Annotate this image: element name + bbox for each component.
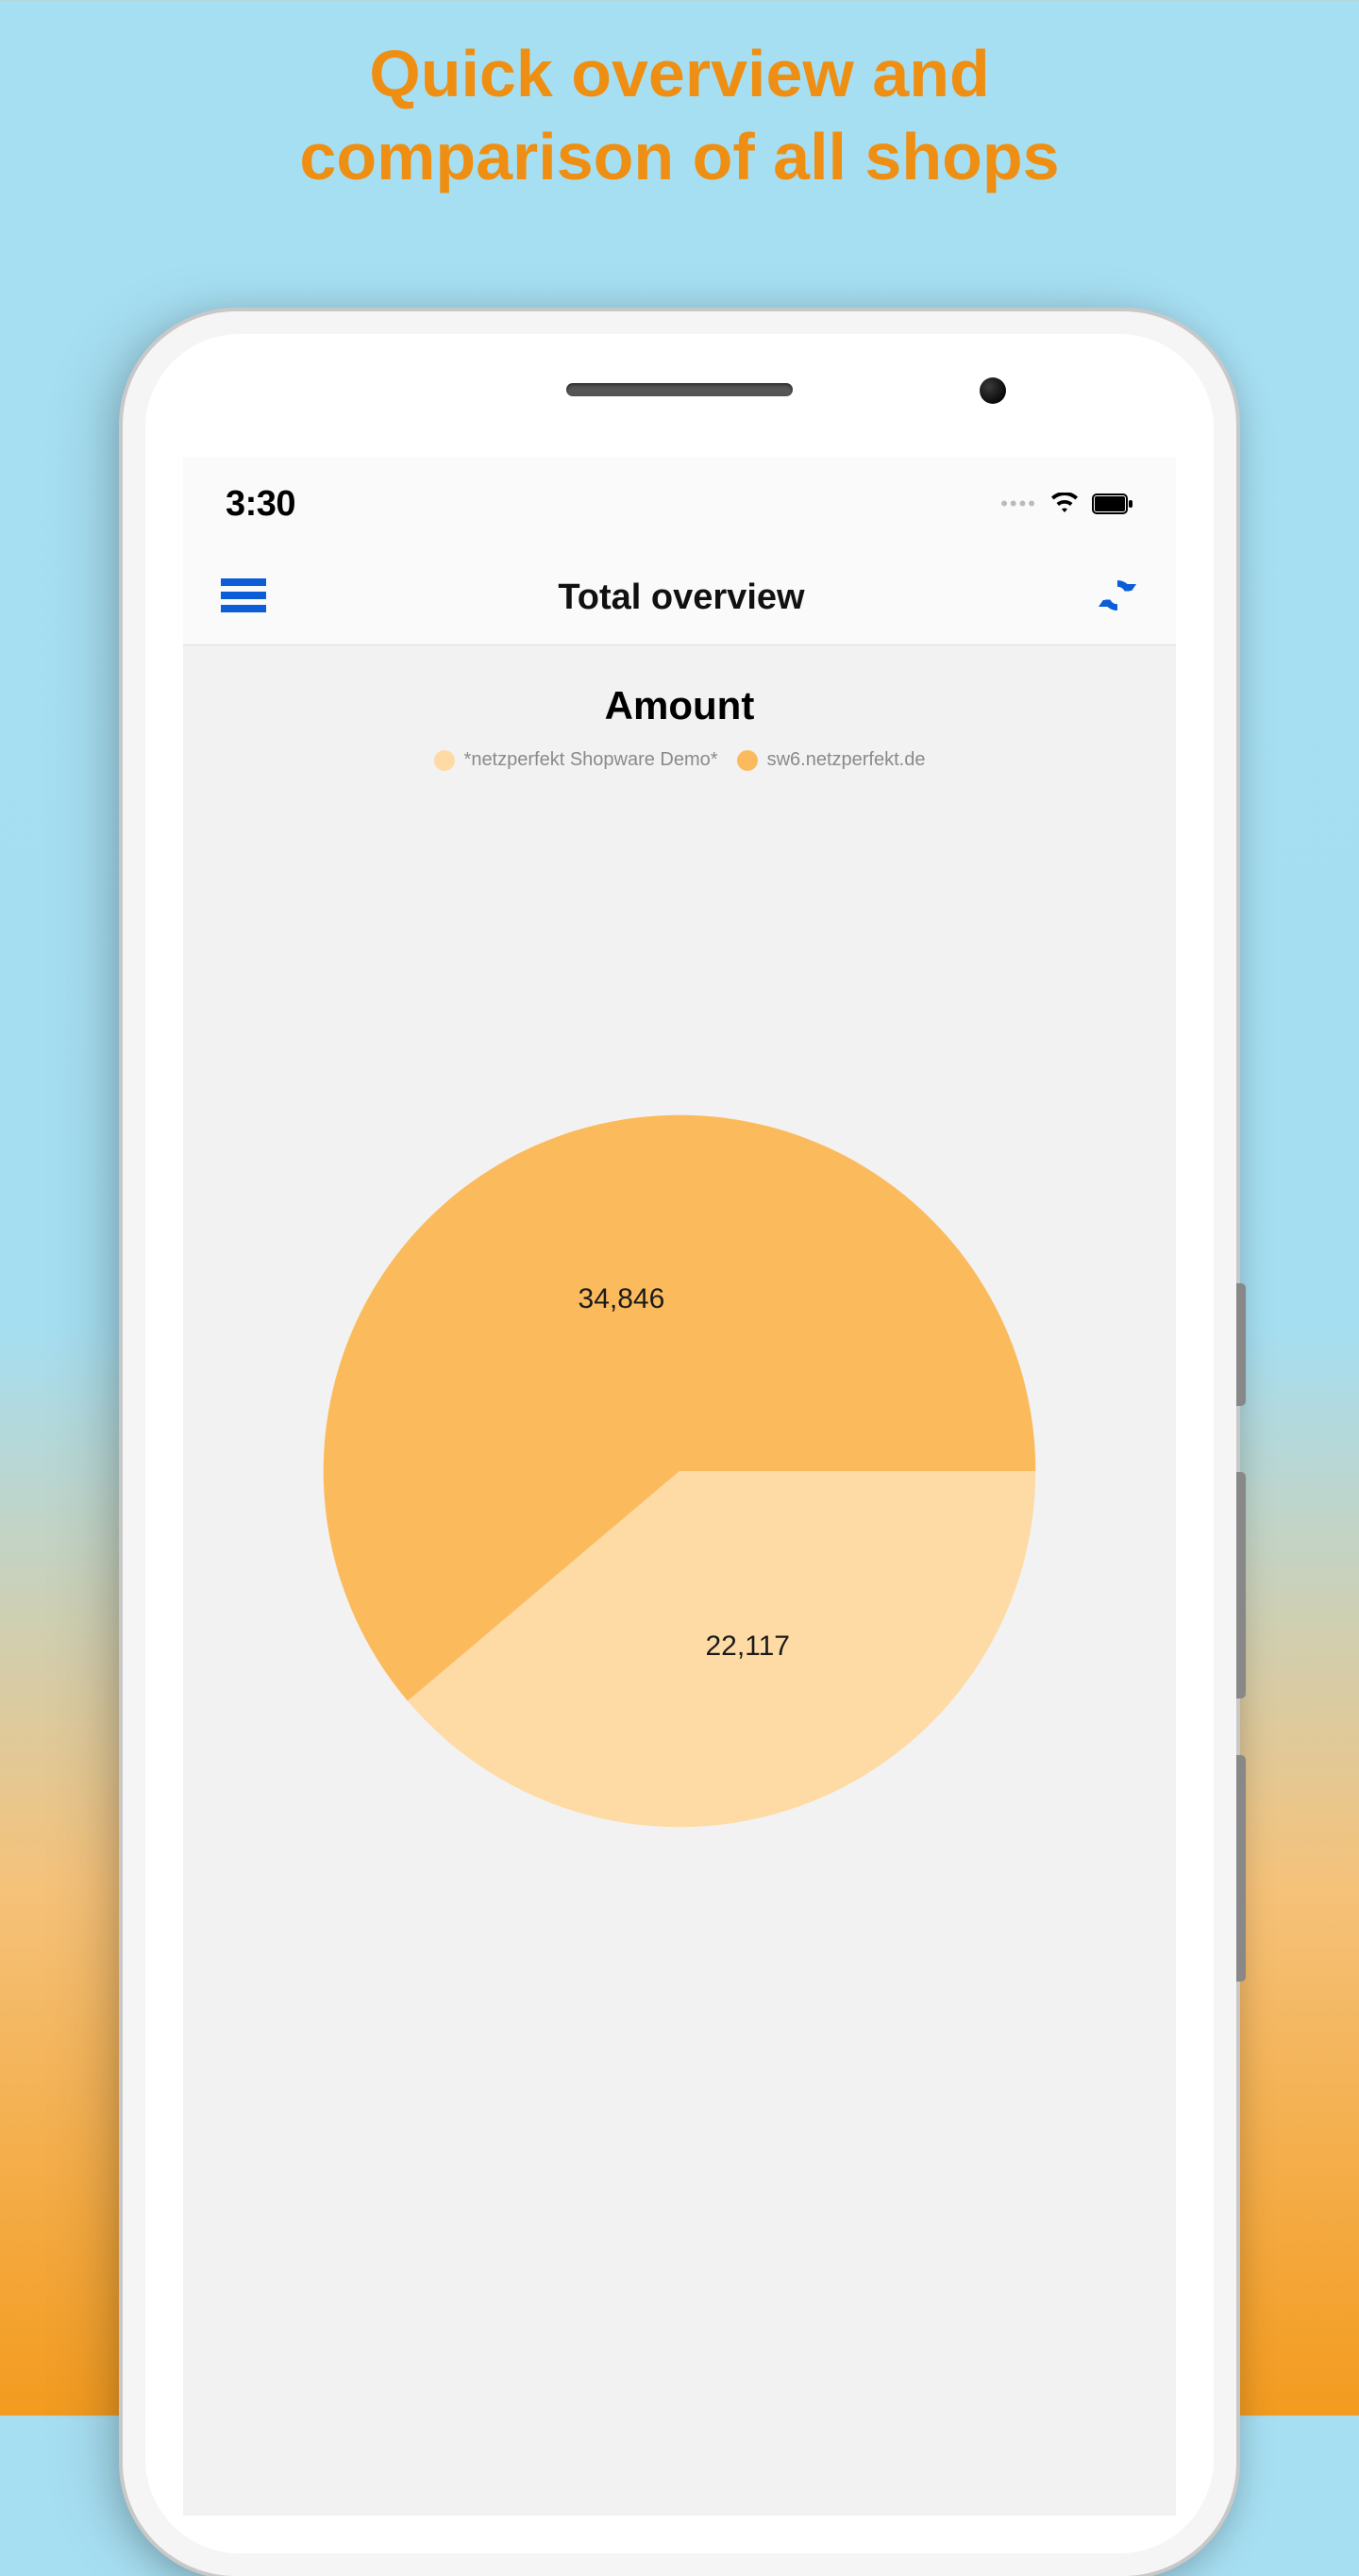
app-screen: 3:30 •••• bbox=[183, 457, 1176, 2516]
phone-side-button bbox=[1236, 1755, 1246, 1982]
page-title: Total overview bbox=[558, 577, 804, 618]
promo-heading: Quick overview and comparison of all sho… bbox=[0, 33, 1359, 198]
nav-bar: Total overview bbox=[183, 551, 1176, 645]
status-bar: 3:30 •••• bbox=[183, 457, 1176, 551]
hamburger-icon bbox=[221, 577, 266, 614]
phone-bezel: 3:30 •••• bbox=[145, 334, 1214, 2553]
phone-side-button bbox=[1236, 1472, 1246, 1698]
phone-mockup: 3:30 •••• bbox=[123, 311, 1236, 2576]
legend-label: sw6.netzperfekt.de bbox=[767, 749, 926, 771]
legend-swatch bbox=[737, 750, 758, 771]
phone-side-button bbox=[1236, 1283, 1246, 1406]
legend-label: *netzperfekt Shopware Demo* bbox=[464, 749, 718, 771]
chart-title: Amount bbox=[183, 683, 1176, 728]
phone-speaker bbox=[566, 383, 793, 396]
status-time: 3:30 bbox=[226, 484, 295, 525]
content-area: Amount *netzperfekt Shopware Demo* sw6.ne… bbox=[183, 645, 1176, 2516]
promo-line-1: Quick overview and bbox=[369, 37, 989, 110]
legend-swatch bbox=[434, 750, 455, 771]
menu-button[interactable] bbox=[221, 577, 266, 619]
refresh-icon bbox=[1097, 575, 1138, 616]
wifi-icon bbox=[1050, 493, 1079, 515]
status-indicators: •••• bbox=[1000, 492, 1133, 516]
pie-slice-label: 34,846 bbox=[579, 1283, 665, 1315]
promo-line-2: comparison of all shops bbox=[299, 120, 1059, 193]
legend-item: *netzperfekt Shopware Demo* bbox=[434, 749, 718, 771]
battery-icon bbox=[1092, 493, 1133, 514]
chart-legend: *netzperfekt Shopware Demo* sw6.netzperfe… bbox=[183, 749, 1176, 771]
legend-item: sw6.netzperfekt.de bbox=[737, 749, 926, 771]
pie-chart: 22,117 34,846 bbox=[316, 1108, 1043, 1834]
pie-slice-label: 22,117 bbox=[705, 1631, 790, 1663]
phone-front-camera bbox=[980, 377, 1006, 404]
pie-svg bbox=[316, 1108, 1043, 1834]
refresh-button[interactable] bbox=[1097, 575, 1138, 621]
cellular-dots-icon: •••• bbox=[1000, 492, 1037, 516]
